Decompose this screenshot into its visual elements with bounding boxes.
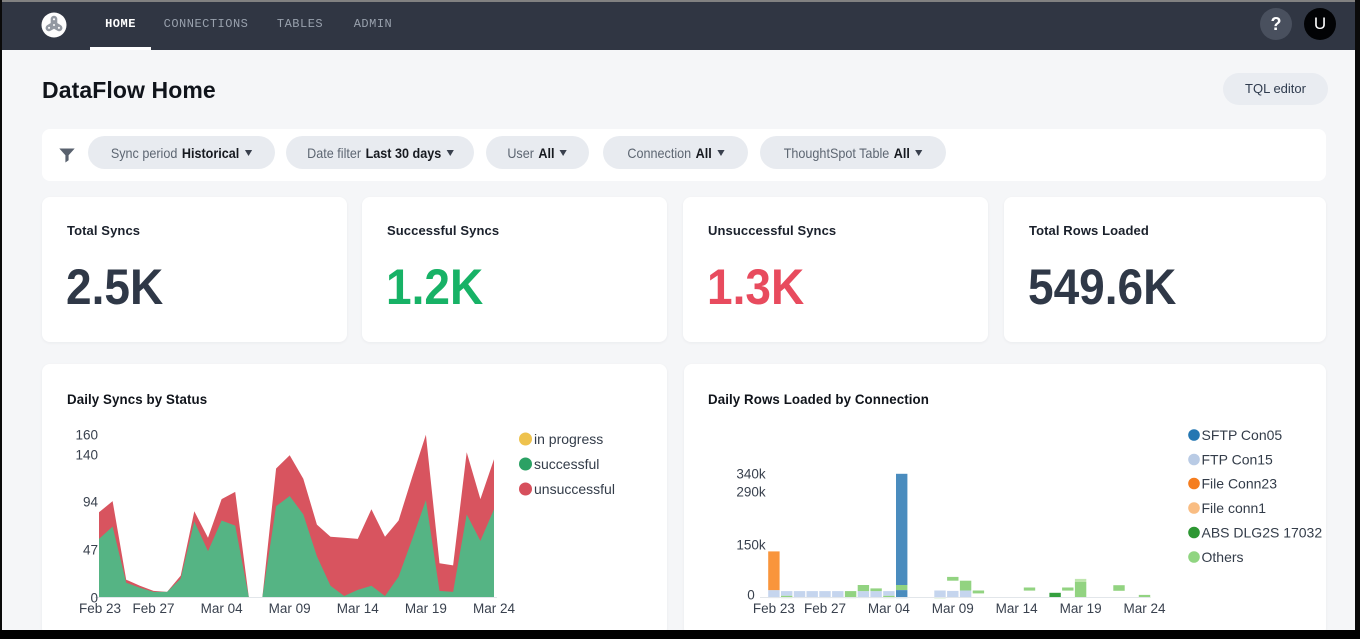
svg-text:160: 160 [75,427,98,442]
svg-text:Feb 27: Feb 27 [804,601,846,616]
svg-text:Feb 27: Feb 27 [132,601,174,616]
svg-text:Mar 19: Mar 19 [405,601,447,616]
svg-text:FTP Con15: FTP Con15 [1202,452,1274,468]
svg-text:Feb 23: Feb 23 [79,601,121,616]
svg-text:Mar 04: Mar 04 [201,601,244,616]
svg-text:Feb 23: Feb 23 [753,601,795,616]
svg-text:Mar 09: Mar 09 [269,601,311,616]
svg-text:290k: 290k [736,485,766,500]
svg-text:File Conn23: File Conn23 [1202,476,1278,492]
svg-text:Others: Others [1202,549,1244,565]
svg-text:94: 94 [83,495,99,510]
svg-text:in progress: in progress [534,431,603,447]
svg-text:340k: 340k [736,467,766,482]
svg-text:140: 140 [75,448,98,463]
svg-text:Mar 14: Mar 14 [337,601,380,616]
svg-text:ABS DLG2S 17032: ABS DLG2S 17032 [1202,525,1323,541]
svg-text:unsuccessful: unsuccessful [534,481,615,497]
svg-text:Mar 19: Mar 19 [1060,601,1102,616]
svg-text:Mar 04: Mar 04 [868,601,911,616]
svg-text:File conn1: File conn1 [1202,500,1267,516]
svg-text:47: 47 [83,543,98,558]
svg-text:Mar 24: Mar 24 [1123,601,1166,616]
svg-text:Mar 09: Mar 09 [932,601,974,616]
svg-text:SFTP Con05: SFTP Con05 [1202,427,1283,443]
svg-text:150k: 150k [736,538,766,553]
svg-text:Mar 24: Mar 24 [473,601,516,616]
svg-text:Mar 14: Mar 14 [996,601,1039,616]
svg-text:successful: successful [534,456,599,472]
